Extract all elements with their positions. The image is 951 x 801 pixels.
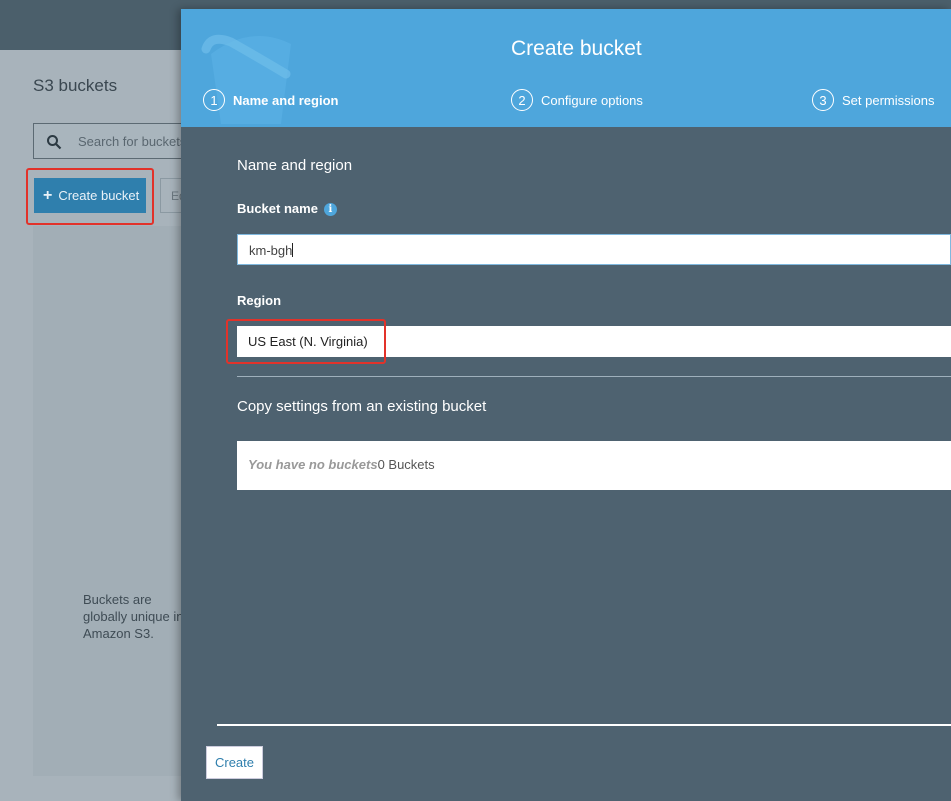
step-label: Name and region [233, 92, 339, 108]
info-icon[interactable]: i [323, 203, 337, 216]
modal-header: Create bucket 1 Name and region 2 Config… [181, 9, 951, 127]
step-number: 3 [812, 89, 834, 111]
copy-settings-select[interactable]: You have no buckets0 Buckets [237, 441, 951, 490]
region-label: Region [237, 293, 282, 308]
bucket-name-label: Bucket name i [237, 201, 337, 216]
region-highlight [226, 319, 386, 364]
create-bucket-modal: Create bucket 1 Name and region 2 Config… [181, 9, 951, 801]
copy-settings-heading: Copy settings from an existing bucket [237, 398, 487, 415]
modal-title: Create bucket [511, 37, 642, 60]
page-title: S3 buckets [33, 76, 118, 95]
step-number: 1 [203, 89, 225, 111]
step-configure-options[interactable]: 2 Configure options [511, 89, 643, 111]
bucket-name-input[interactable]: km-bgh [237, 234, 951, 265]
bucket-count: 0 Buckets [377, 457, 435, 472]
create-bucket-highlight [26, 168, 154, 225]
step-set-permissions[interactable]: 3 Set permissions [812, 89, 934, 111]
step-label: Configure options [541, 92, 643, 108]
step-number: 2 [511, 89, 533, 111]
step-name-and-region[interactable]: 1 Name and region [203, 89, 338, 111]
search-input[interactable]: Search for buckets [33, 123, 203, 159]
bucket-list-panel [33, 226, 193, 776]
text-cursor [292, 243, 294, 257]
no-buckets-text: You have no buckets [248, 457, 378, 472]
section-heading: Name and region [237, 157, 353, 174]
bucket-name-value: km-bgh [249, 243, 293, 258]
search-placeholder: Search for buckets [78, 134, 187, 149]
search-icon [47, 135, 62, 150]
step-label: Set permissions [842, 92, 935, 108]
bucket-info-note: Buckets are globally unique in Amazon S3… [83, 592, 184, 641]
footer-divider [217, 724, 951, 726]
divider [237, 376, 951, 377]
create-button[interactable]: Create [206, 746, 263, 779]
